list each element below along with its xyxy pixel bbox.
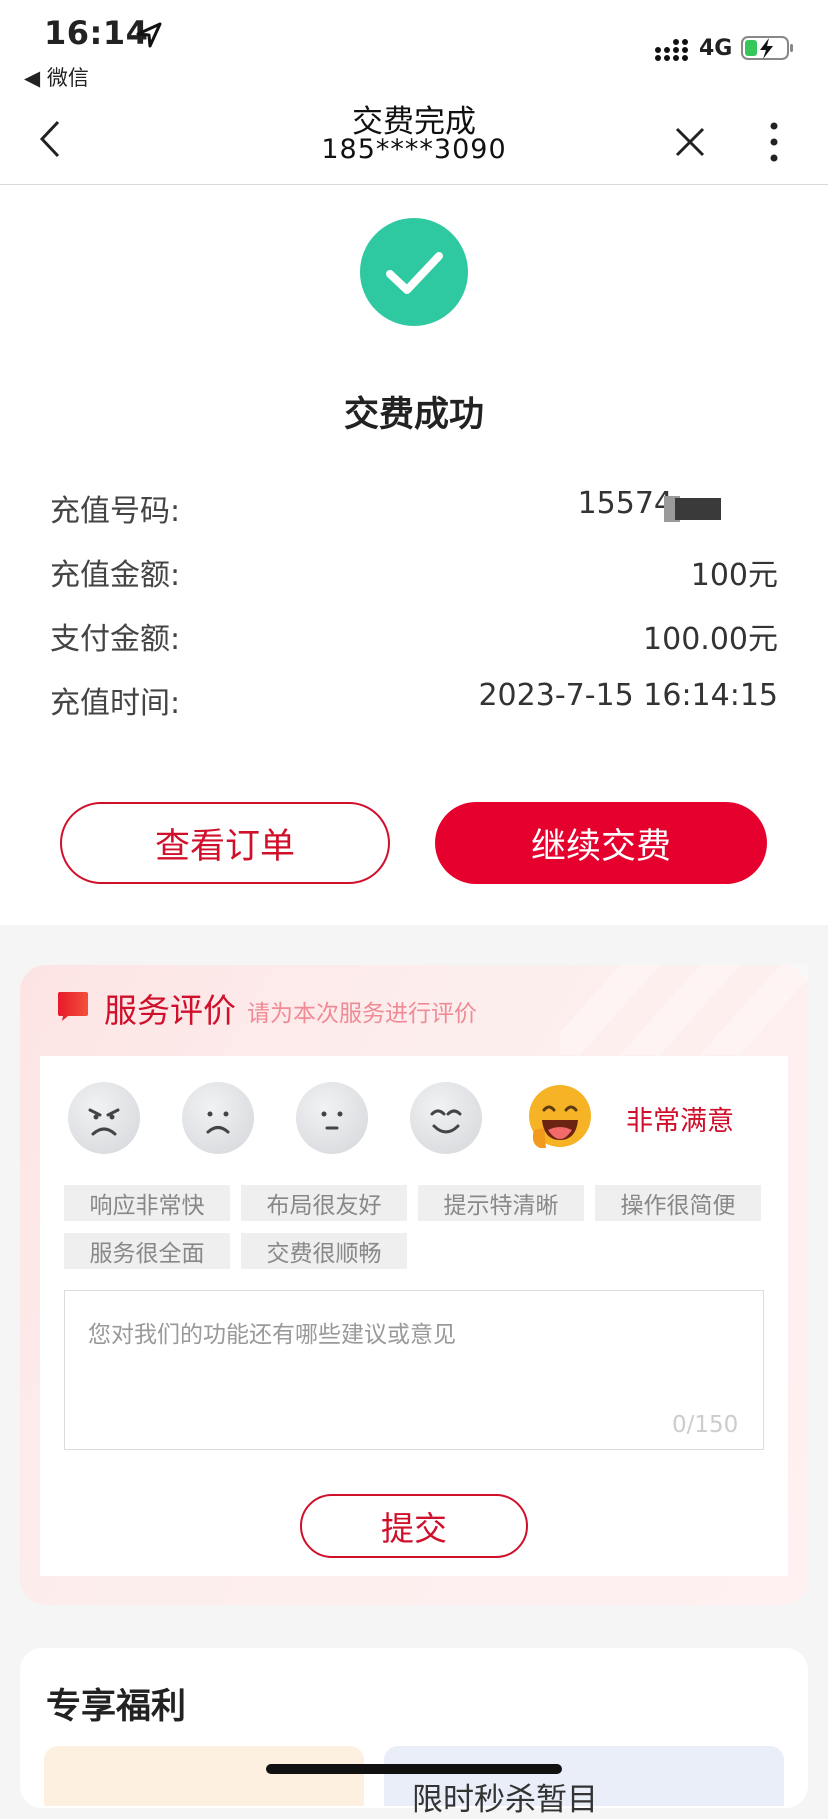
tag-fast-response[interactable]: 响应非常快 bbox=[64, 1185, 230, 1221]
back-to-wechat-link[interactable]: ◀ 微信 bbox=[24, 62, 89, 92]
benefit-tile-left[interactable] bbox=[44, 1746, 364, 1806]
comment-textarea[interactable] bbox=[64, 1290, 764, 1450]
rating-chat-icon bbox=[58, 992, 88, 1021]
neutral-face-icon[interactable] bbox=[296, 1082, 368, 1154]
decorative-stripes bbox=[560, 965, 808, 1055]
tag-clear-prompts[interactable]: 提示特清晰 bbox=[418, 1185, 584, 1221]
status-time: 16:14 bbox=[44, 14, 149, 52]
location-arrow-icon bbox=[136, 22, 162, 48]
tag-easy-operation[interactable]: 操作很简便 bbox=[595, 1185, 761, 1221]
view-order-button[interactable]: 查看订单 bbox=[60, 802, 390, 884]
selected-rating-label: 非常满意 bbox=[626, 1106, 734, 1137]
dissatisfied-face-icon[interactable] bbox=[182, 1082, 254, 1154]
recharge-time-label: 充值时间: bbox=[50, 686, 181, 721]
comment-placeholder: 您对我们的功能还有哪些建议或意见 bbox=[88, 1322, 456, 1348]
payment-success-title: 交费成功 bbox=[343, 395, 484, 435]
very-dissatisfied-face-icon[interactable] bbox=[68, 1082, 140, 1154]
submit-rating-button[interactable]: 提交 bbox=[300, 1494, 528, 1558]
network-type: 4G bbox=[699, 36, 733, 61]
tag-friendly-layout[interactable]: 布局很友好 bbox=[241, 1185, 407, 1221]
service-rating-subtitle: 请为本次服务进行评价 bbox=[247, 1001, 477, 1027]
paid-amount-label: 支付金额: bbox=[50, 622, 181, 657]
home-indicator[interactable] bbox=[266, 1764, 562, 1774]
paid-amount-value: 100.00元 bbox=[643, 622, 778, 657]
satisfied-face-icon[interactable] bbox=[410, 1082, 482, 1154]
close-icon[interactable] bbox=[674, 126, 706, 158]
recharge-number-value: 15574 bbox=[577, 486, 673, 521]
recharge-amount-value: 100元 bbox=[690, 558, 778, 593]
comment-char-count: 0/150 bbox=[672, 1412, 739, 1438]
benefit-tile-right-text: 限时秒杀暂目 bbox=[412, 1782, 598, 1818]
service-rating-title: 服务评价 bbox=[104, 991, 236, 1030]
tag-comprehensive-service[interactable]: 服务很全面 bbox=[64, 1233, 230, 1269]
battery-charging-icon bbox=[741, 36, 793, 60]
signal-icon bbox=[655, 39, 688, 61]
masked-digits-block bbox=[675, 498, 721, 520]
recharge-number-label: 充值号码: bbox=[50, 494, 181, 529]
success-check-icon bbox=[360, 218, 468, 326]
continue-payment-button[interactable]: 继续交费 bbox=[435, 802, 767, 884]
benefits-title: 专享福利 bbox=[46, 1687, 187, 1727]
very-satisfied-face-icon[interactable] bbox=[526, 1084, 594, 1152]
more-vertical-icon[interactable] bbox=[766, 120, 782, 164]
recharge-amount-label: 充值金额: bbox=[50, 558, 181, 593]
recharge-time-value: 2023-7-15 16:14:15 bbox=[478, 678, 778, 713]
tag-smooth-payment[interactable]: 交费很顺畅 bbox=[241, 1233, 407, 1269]
